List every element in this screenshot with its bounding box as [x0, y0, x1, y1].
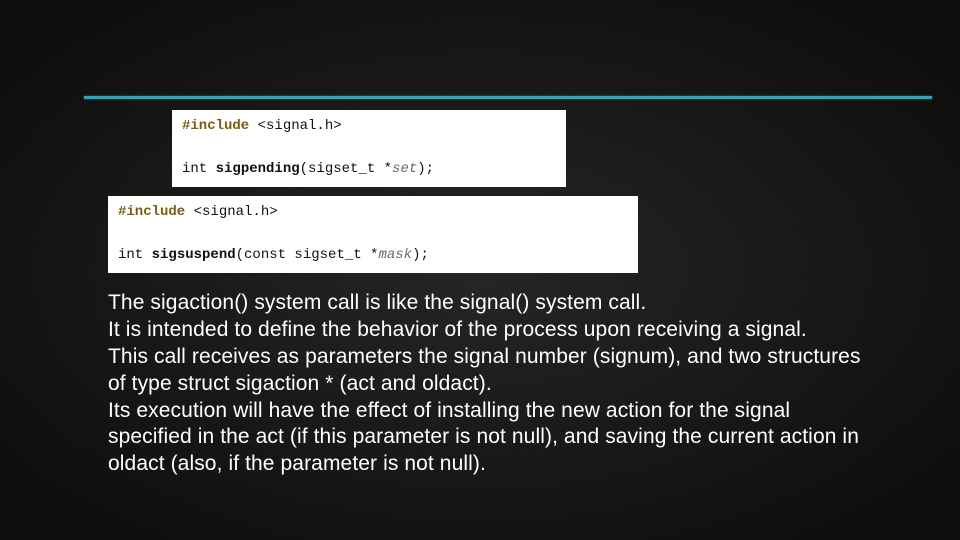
function-name: sigpending [216, 161, 300, 177]
param-name: mask [378, 247, 412, 263]
paragraph: It is intended to define the behavior of… [108, 317, 868, 344]
return-type: int [182, 161, 216, 177]
code-block-sigsuspend: #include <signal.h> int sigsuspend(const… [108, 196, 638, 273]
return-type: int [118, 247, 152, 263]
params-close: ); [412, 247, 429, 263]
params-open: (const sigset_t * [236, 247, 379, 263]
paragraph: The sigaction() system call is like the … [108, 290, 868, 317]
include-header: <signal.h> [249, 118, 341, 134]
include-keyword: #include [182, 118, 249, 134]
params-open: (sigset_t * [300, 161, 392, 177]
include-header: <signal.h> [185, 204, 277, 220]
divider-rule [84, 96, 932, 99]
paragraph: This call receives as parameters the sig… [108, 344, 868, 398]
code-block-sigpending: #include <signal.h> int sigpending(sigse… [172, 110, 566, 187]
function-name: sigsuspend [152, 247, 236, 263]
paragraph: Its execution will have the effect of in… [108, 398, 868, 479]
params-close: ); [417, 161, 434, 177]
include-keyword: #include [118, 204, 185, 220]
param-name: set [392, 161, 417, 177]
slide-body-text: The sigaction() system call is like the … [108, 290, 868, 478]
